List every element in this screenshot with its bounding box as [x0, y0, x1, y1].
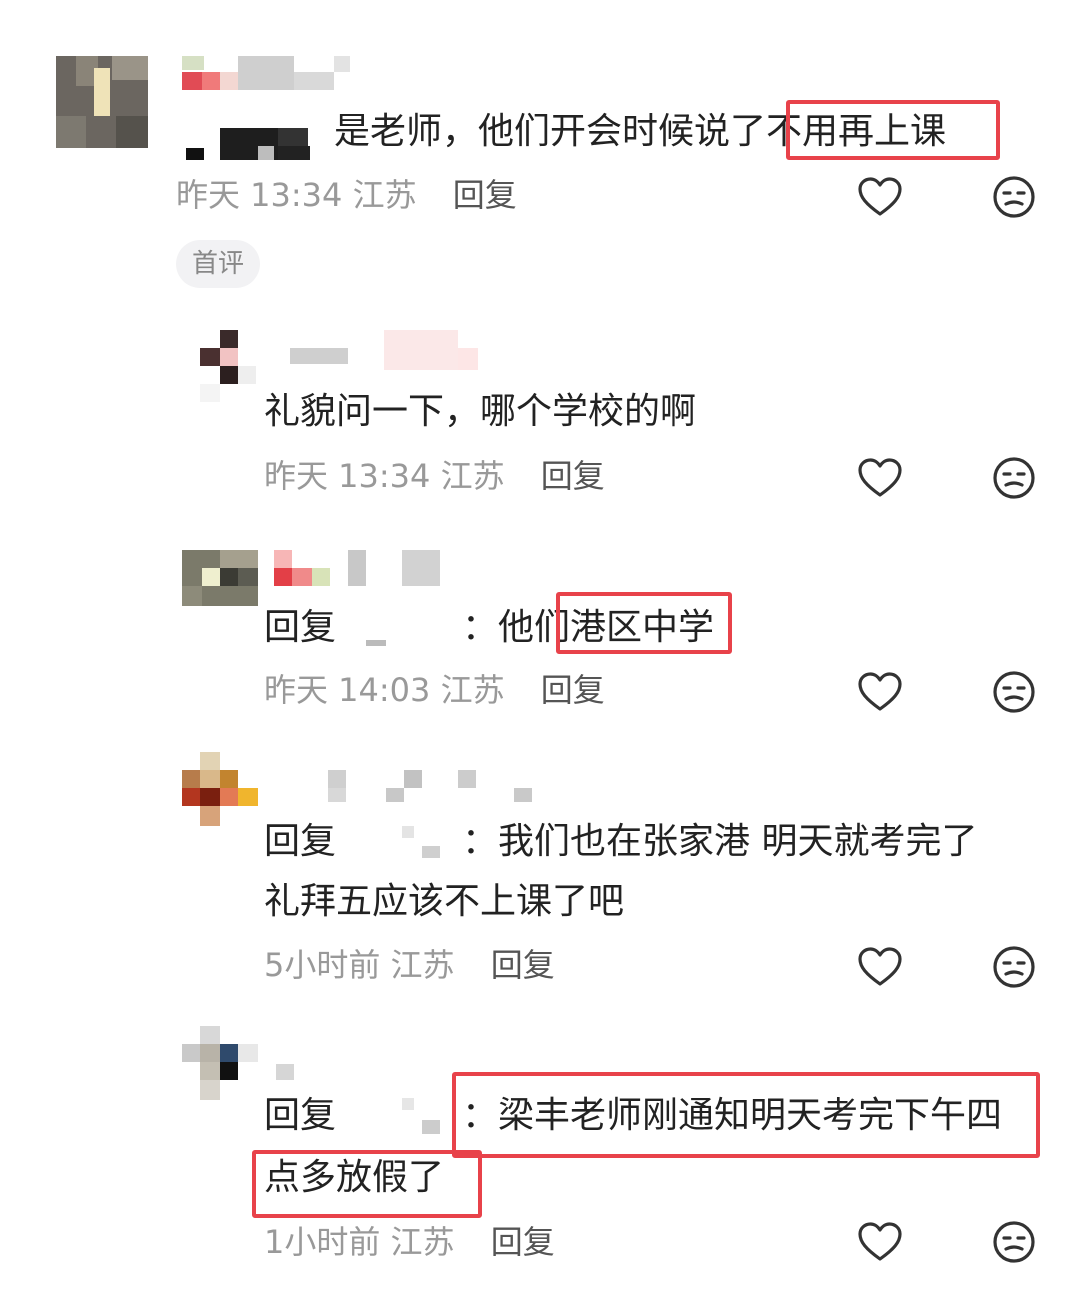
first-comment-badge: 首评: [176, 240, 261, 288]
meh-face-icon[interactable]: [990, 173, 1038, 221]
comment-text: ：我们也在张家港 明天就考完了: [462, 821, 978, 862]
heart-icon[interactable]: [856, 1218, 904, 1266]
meh-face-icon[interactable]: [990, 454, 1038, 502]
avatar[interactable]: [182, 752, 258, 826]
username-redacted[interactable]: [182, 56, 352, 92]
highlight-box: [556, 592, 732, 654]
username-redacted[interactable]: [274, 550, 442, 586]
avatar[interactable]: [182, 550, 258, 606]
meh-face-icon[interactable]: [990, 943, 1038, 991]
reply-prefix: 回复: [264, 821, 337, 862]
comment-text: 回复: [264, 820, 336, 864]
heart-icon[interactable]: [856, 454, 904, 502]
comment-meta: 昨天 13:34 江苏 回复: [264, 456, 605, 496]
timestamp: 昨天 13:34: [264, 457, 431, 495]
comment-text: 礼貌问一下，哪个学校的啊: [264, 391, 697, 432]
username-redacted[interactable]: [276, 1064, 294, 1080]
reply-prefix: 回复: [264, 607, 337, 648]
highlight-box: [452, 1072, 1040, 1158]
username-redacted: [366, 640, 386, 646]
comment-meta: 5小时前 江苏 回复: [264, 945, 555, 985]
avatar[interactable]: [56, 56, 148, 148]
location: 江苏: [390, 946, 455, 984]
text-redacted: [186, 126, 326, 162]
reply-button[interactable]: 回复: [491, 1223, 555, 1261]
location: 江苏: [390, 1223, 455, 1261]
comment-meta: 昨天 13:34 江苏 回复: [176, 175, 517, 215]
username-redacted: [402, 1098, 442, 1136]
avatar[interactable]: [200, 330, 258, 402]
comment-text: 礼拜五应该不上课了吧: [264, 881, 625, 922]
comment-text: 回复: [264, 1094, 336, 1138]
reply-button[interactable]: 回复: [491, 946, 555, 984]
location: 江苏: [352, 176, 417, 214]
timestamp: 昨天 13:34: [176, 176, 343, 214]
heart-icon[interactable]: [856, 668, 904, 716]
username-redacted: [402, 826, 442, 860]
timestamp: 5小时前: [264, 946, 381, 984]
location: 江苏: [440, 457, 505, 495]
timestamp: 昨天 14:03: [264, 671, 431, 709]
timestamp: 1小时前: [264, 1223, 381, 1261]
meh-face-icon[interactable]: [990, 1218, 1038, 1266]
reply-button[interactable]: 回复: [541, 457, 605, 495]
highlight-box: [252, 1150, 482, 1218]
meh-face-icon[interactable]: [990, 668, 1038, 716]
heart-icon[interactable]: [856, 943, 904, 991]
reply-button[interactable]: 回复: [453, 176, 517, 214]
reply-button[interactable]: 回复: [541, 671, 605, 709]
username-redacted[interactable]: [328, 770, 534, 804]
highlight-box: [786, 100, 1000, 160]
avatar[interactable]: [182, 1026, 258, 1100]
reply-prefix: 回复: [264, 1095, 337, 1136]
comment-meta: 昨天 14:03 江苏 回复: [264, 670, 605, 710]
username-redacted[interactable]: [290, 330, 480, 370]
heart-icon[interactable]: [856, 173, 904, 221]
comment-meta: 1小时前 江苏 回复: [264, 1222, 555, 1262]
location: 江苏: [440, 671, 505, 709]
comment-text: 回复: [264, 606, 336, 650]
